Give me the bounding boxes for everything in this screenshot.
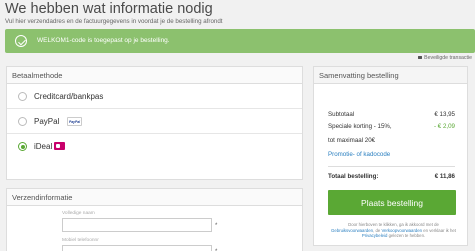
success-alert: WELKOM1-code is toegepast op je bestelli… bbox=[5, 29, 475, 53]
page-subtitle: Vul hier verzendadres en de factuurgegev… bbox=[5, 18, 223, 25]
legal-text: Door hierboven te klikken, ga ik akkoord… bbox=[348, 222, 439, 227]
summary-divider bbox=[328, 166, 455, 167]
total-value: € 11,86 bbox=[434, 173, 455, 180]
alert-message: WELKOM1-code is toegepast op je bestelli… bbox=[37, 37, 170, 44]
required-mark: * bbox=[215, 223, 218, 229]
discount-label-2: tot maximaal 20€ bbox=[328, 137, 376, 144]
order-summary-title: Samenvatting bestelling bbox=[314, 67, 467, 84]
payment-option-ideal[interactable]: iDeal bbox=[7, 135, 302, 159]
legal-text: , de bbox=[373, 227, 381, 233]
shipping-info-panel: Verzendinformatie Volledige naam * Mobie… bbox=[6, 188, 303, 251]
legal-text: en bbox=[423, 227, 429, 233]
terms-of-sale-link[interactable]: Verkoopvoorwaarden bbox=[381, 228, 422, 233]
discount-value: - € 2,09 bbox=[434, 123, 455, 130]
payment-option-label: Creditcard/bankpas bbox=[34, 92, 104, 101]
legal-text: verklaar ik het bbox=[429, 227, 456, 233]
terms-of-use-link[interactable]: Gebruiksvoorwaarden bbox=[331, 228, 373, 233]
page-title: We hebben wat informatie nodig bbox=[5, 1, 213, 17]
subtotal-label: Subtotaal bbox=[328, 111, 355, 118]
payment-option-label: PayPal bbox=[34, 117, 60, 126]
payment-option-creditcard[interactable]: Creditcard/bankpas bbox=[7, 85, 302, 109]
total-label: Totaal bestelling: bbox=[328, 173, 379, 180]
paypal-logo: PayPal bbox=[67, 117, 82, 126]
payment-method-panel: Betaalmethode Creditcard/bankpas PayPal … bbox=[6, 66, 303, 180]
order-summary-panel: Samenvatting bestelling Subtotaal € 13,9… bbox=[313, 66, 468, 246]
promo-code-link[interactable]: Promotie- of kadocode bbox=[328, 151, 390, 158]
payment-option-label: iDeal bbox=[34, 142, 53, 151]
legal-text: gelezen te hebben. bbox=[388, 233, 426, 239]
creditcard-radio[interactable] bbox=[18, 92, 27, 101]
discount-label: Speciale korting - 15%, bbox=[328, 123, 392, 130]
discount-row: Speciale korting - 15%, - € 2,09 bbox=[328, 123, 455, 130]
payment-option-paypal[interactable]: PayPal PayPal bbox=[7, 110, 302, 134]
payment-method-title: Betaalmethode bbox=[7, 67, 302, 84]
secure-transaction-note: Beveiligde transactie bbox=[418, 55, 472, 61]
mobile-phone-label: Mobiel telefoonnr bbox=[62, 238, 99, 243]
total-row: Totaal bestelling: € 11,86 bbox=[328, 173, 455, 180]
discount-row-2: tot maximaal 20€ bbox=[328, 137, 455, 144]
place-order-button[interactable]: Plaats bestelling bbox=[328, 190, 456, 215]
paypal-radio[interactable] bbox=[18, 117, 27, 126]
subtotal-value: € 13,95 bbox=[434, 111, 455, 118]
secure-transaction-label: Beveiligde transactie bbox=[424, 55, 472, 61]
full-name-label: Volledige naam bbox=[62, 211, 95, 216]
mobile-phone-input[interactable] bbox=[62, 245, 212, 251]
lock-icon bbox=[418, 55, 423, 59]
check-circle-icon bbox=[15, 35, 27, 47]
full-name-input[interactable] bbox=[62, 218, 212, 232]
ideal-radio[interactable] bbox=[18, 142, 27, 151]
ideal-logo bbox=[54, 142, 65, 150]
legal-notice: Door hierboven te klikken, ga ik akkoord… bbox=[328, 222, 459, 239]
privacy-policy-link[interactable]: Privacybeleid bbox=[362, 233, 388, 238]
shipping-info-title: Verzendinformatie bbox=[7, 189, 302, 206]
subtotal-row: Subtotaal € 13,95 bbox=[328, 111, 455, 118]
